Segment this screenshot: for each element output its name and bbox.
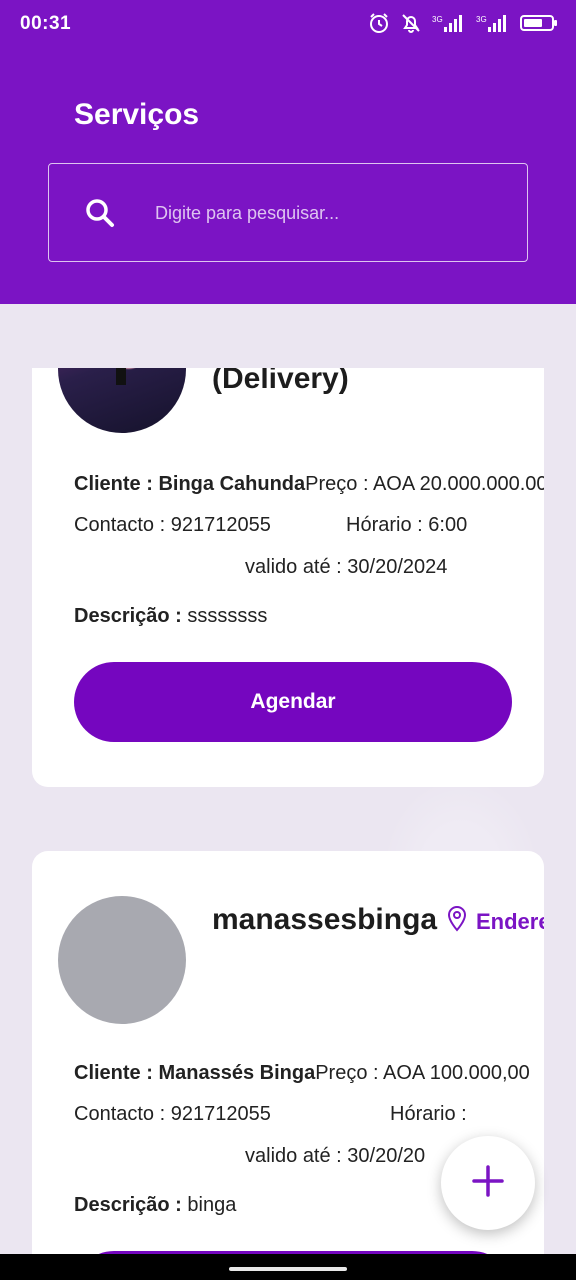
search-box[interactable] bbox=[48, 163, 528, 262]
agendar-button[interactable]: Agendar bbox=[74, 662, 512, 742]
page-title: Serviços bbox=[74, 98, 200, 131]
cliente-value: Binga Cahunda bbox=[158, 473, 306, 495]
alarm-icon bbox=[368, 12, 390, 34]
network-label-1: 3G bbox=[432, 15, 443, 24]
signal-3g-icon: 3G bbox=[432, 13, 466, 33]
horario-row: Hórario : bbox=[390, 1103, 467, 1126]
preco-label: Preço : bbox=[305, 473, 369, 495]
preco-value: AOA 20.000.000.00 bbox=[372, 473, 544, 495]
preco-value: AOA 100.000,00 bbox=[383, 1062, 530, 1084]
status-icons: 3G 3G bbox=[368, 12, 558, 34]
service-title: manassesbinga bbox=[212, 903, 438, 936]
service-card: (Delivery) Cliente : Binga CahundaPreço … bbox=[32, 368, 544, 787]
descricao-label: Descrição : bbox=[74, 1194, 182, 1216]
valido-label: valido até : bbox=[245, 1145, 342, 1167]
location-pin-icon bbox=[446, 905, 468, 939]
avatar bbox=[58, 368, 186, 433]
search-icon[interactable] bbox=[85, 198, 115, 233]
valido-row: valido até : 30/20/20 bbox=[245, 1145, 425, 1168]
cliente-label: Cliente : bbox=[74, 1062, 153, 1084]
descricao-value: binga bbox=[187, 1194, 237, 1216]
home-gesture-handle[interactable] bbox=[229, 1267, 347, 1271]
network-label-2: 3G bbox=[476, 15, 487, 24]
valido-value: 30/20/20 bbox=[347, 1145, 426, 1167]
horario-label: Hórario : bbox=[390, 1103, 467, 1125]
services-list[interactable]: (Delivery) Cliente : Binga CahundaPreço … bbox=[0, 304, 576, 1254]
cliente-value: Manassés Binga bbox=[158, 1062, 316, 1084]
contacto-row: Contacto : 921712055 bbox=[74, 1103, 271, 1126]
add-service-button[interactable] bbox=[441, 1136, 535, 1230]
preco-label: Preço : bbox=[315, 1062, 379, 1084]
descricao-row: Descrição : binga bbox=[74, 1194, 236, 1217]
battery-icon bbox=[520, 13, 558, 33]
valido-row: valido até : 30/20/2024 bbox=[245, 556, 447, 579]
address-link[interactable]: Endereço bbox=[446, 905, 544, 939]
address-label: Endereço bbox=[476, 909, 544, 934]
valido-label: valido até : bbox=[245, 556, 342, 578]
search-input[interactable] bbox=[155, 194, 495, 232]
descricao-label: Descrição : bbox=[74, 605, 182, 627]
valido-value: 30/20/2024 bbox=[347, 556, 448, 578]
horario-value: 6:00 bbox=[428, 514, 468, 536]
cliente-row: Cliente : Binga CahundaPreço : AOA 20.00… bbox=[74, 473, 544, 496]
service-title: (Delivery) bbox=[212, 368, 349, 395]
signal-3g-icon: 3G bbox=[476, 13, 510, 33]
contacto-label: Contacto : bbox=[74, 1103, 166, 1125]
status-bar: 00:31 3G 3G bbox=[0, 0, 576, 50]
contacto-value: 921712055 bbox=[170, 514, 271, 536]
cliente-label: Cliente : bbox=[74, 473, 153, 495]
status-time: 00:31 bbox=[20, 13, 72, 34]
contacto-row: Contacto : 921712055 bbox=[74, 514, 271, 537]
app-header: 00:31 3G 3G Serviços bbox=[0, 0, 576, 304]
horario-row: Hórario : 6:00 bbox=[346, 514, 467, 537]
descricao-row: Descrição : ssssssss bbox=[74, 605, 267, 628]
bell-off-icon bbox=[400, 12, 422, 34]
contacto-label: Contacto : bbox=[74, 514, 166, 536]
system-nav-bar bbox=[0, 1254, 576, 1280]
cliente-row: Cliente : Manassés BingaPreço : AOA 100.… bbox=[74, 1062, 530, 1085]
horario-label: Hórario : bbox=[346, 514, 423, 536]
contacto-value: 921712055 bbox=[170, 1103, 271, 1125]
plus-icon bbox=[471, 1164, 505, 1203]
descricao-value: ssssssss bbox=[187, 605, 268, 627]
avatar bbox=[58, 896, 186, 1024]
